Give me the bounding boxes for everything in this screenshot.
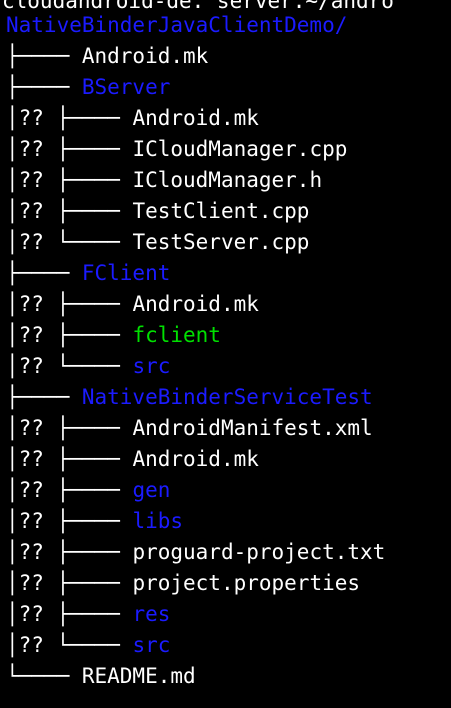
root-directory: NativeBinderJavaClientDemo/ — [6, 13, 348, 37]
tree-branch-prefix: │?? ├──── — [6, 106, 133, 130]
tree-line: │?? ├──── ICloudManager.cpp — [6, 134, 347, 165]
terminal-window: cloudandroid-de: server:~/andro NativeBi… — [0, 0, 451, 708]
tree-line: │?? ├──── proguard-project.txt — [6, 537, 385, 568]
file-name: Android.mk — [132, 447, 259, 471]
tree-branch-prefix: │?? ├──── — [6, 292, 133, 316]
tree-branch-prefix: ├──── — [6, 261, 82, 285]
tree-branch-prefix: │?? └──── — [6, 354, 133, 378]
file-name: Android.mk — [132, 106, 259, 130]
directory-name: gen — [132, 478, 171, 502]
tree-line: │?? ├──── Android.mk — [6, 103, 259, 134]
tree-root: NativeBinderJavaClientDemo/ — [6, 10, 347, 41]
tree-line: │?? ├──── Android.mk — [6, 444, 259, 475]
file-name: TestServer.cpp — [132, 230, 310, 254]
tree-line: │?? └──── src — [6, 630, 170, 661]
tree-branch-prefix: │?? ├──── — [6, 168, 133, 192]
tree-branch-prefix: ├──── — [6, 385, 82, 409]
executable-name: fclient — [132, 323, 221, 347]
tree-branch-prefix: │?? ├──── — [6, 602, 133, 626]
tree-branch-prefix: │?? ├──── — [6, 137, 133, 161]
file-name: proguard-project.txt — [132, 540, 386, 564]
directory-name: src — [132, 354, 171, 378]
tree-branch-prefix: ├──── — [6, 75, 82, 99]
tree-branch-prefix: │?? ├──── — [6, 571, 133, 595]
tree-branch-prefix: │?? ├──── — [6, 509, 133, 533]
tree-line: │?? ├──── gen — [6, 475, 170, 506]
file-name: Android.mk — [81, 44, 209, 68]
file-name: README.md — [81, 664, 196, 688]
file-name: project.properties — [132, 571, 361, 595]
tree-line: │?? └──── TestServer.cpp — [6, 227, 309, 258]
tree-branch-prefix: └──── — [6, 664, 82, 688]
tree-branch-prefix: │?? ├──── — [6, 416, 133, 440]
tree-line: ├──── NativeBinderServiceTest — [6, 382, 373, 413]
file-name: ICloudManager.h — [132, 168, 323, 192]
file-name: ICloudManager.cpp — [132, 137, 348, 161]
file-name: AndroidManifest.xml — [132, 416, 373, 440]
tree-branch-prefix: │?? ├──── — [6, 447, 133, 471]
tree-branch-prefix: │?? └──── — [6, 633, 133, 657]
tree-line: │?? ├──── project.properties — [6, 568, 360, 599]
tree-line: │?? ├──── AndroidManifest.xml — [6, 413, 373, 444]
tree-branch-prefix: ├──── — [6, 44, 82, 68]
tree-line: │?? ├──── fclient — [6, 320, 221, 351]
directory-name: NativeBinderServiceTest — [81, 385, 373, 409]
tree-line: │?? ├──── libs — [6, 506, 183, 537]
tree-line: │?? ├──── TestClient.cpp — [6, 196, 309, 227]
tree-branch-prefix: │?? ├──── — [6, 199, 133, 223]
file-name: Android.mk — [132, 292, 259, 316]
directory-name: src — [132, 633, 171, 657]
tree-branch-prefix: │?? ├──── — [6, 540, 133, 564]
tree-line: ├──── Android.mk — [6, 41, 208, 72]
tree-line: ├──── FClient — [6, 258, 170, 289]
directory-name: BServer — [81, 75, 171, 99]
directory-name: libs — [132, 509, 184, 533]
tree-branch-prefix: │?? ├──── — [6, 323, 133, 347]
tree-line: │?? ├──── Android.mk — [6, 289, 259, 320]
tree-line: │?? ├──── ICloudManager.h — [6, 165, 322, 196]
directory-name: res — [132, 602, 171, 626]
directory-name: FClient — [81, 261, 171, 285]
tree-branch-prefix: │?? ├──── — [6, 478, 133, 502]
tree-line: ├──── BServer — [6, 72, 170, 103]
file-name: TestClient.cpp — [132, 199, 310, 223]
tree-line: │?? └──── src — [6, 351, 170, 382]
tree-line: │?? ├──── res — [6, 599, 170, 630]
tree-line: └──── README.md — [6, 661, 196, 692]
tree-branch-prefix: │?? └──── — [6, 230, 133, 254]
